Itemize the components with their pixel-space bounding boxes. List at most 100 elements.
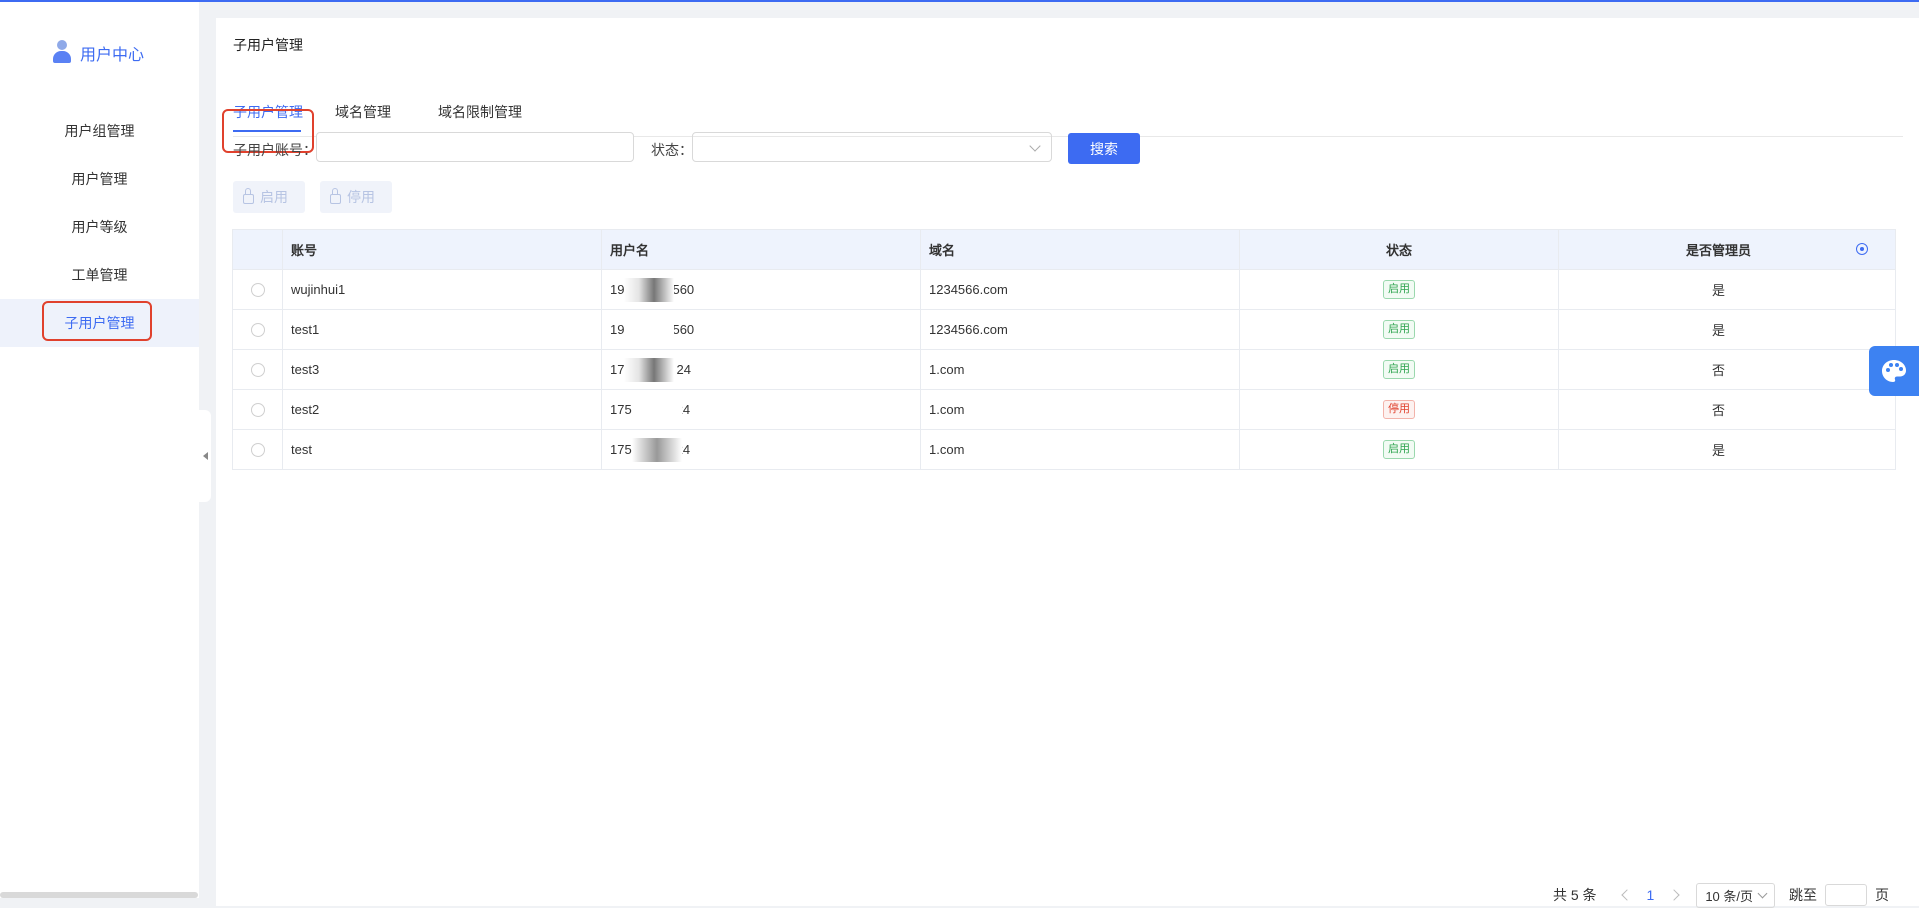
cell-is-admin: 否 (1711, 363, 1725, 378)
row-select[interactable] (233, 390, 283, 429)
enable-button[interactable]: 启用 (233, 181, 305, 213)
chevron-left-icon[interactable] (1620, 889, 1633, 901)
sidebar-item-user-levels[interactable]: 用户等级 (0, 203, 199, 251)
sidebar-item-tickets[interactable]: 工单管理 (0, 251, 199, 299)
page-size-value: 10 条/页 (1705, 888, 1753, 904)
sidebar-item-users[interactable]: 用户管理 (0, 155, 199, 203)
cell-username: 175 24 (602, 430, 921, 469)
cell-is-admin: 否 (1711, 403, 1725, 418)
cell-domain: 1.com (921, 390, 1240, 429)
account-filter-label: 子用户账号： (233, 142, 317, 158)
radio-button[interactable] (250, 322, 265, 337)
status-badge: 启用 (1383, 320, 1415, 339)
username-prefix: 19 (610, 282, 625, 297)
status-badge: 启用 (1383, 360, 1415, 379)
username-prefix: 17 (610, 362, 625, 377)
cell-domain: 1.com (921, 350, 1240, 389)
cell-username: 19 560 (602, 310, 921, 349)
row-select[interactable] (233, 310, 283, 349)
enable-button-label: 启用 (260, 189, 288, 205)
radio-button[interactable] (250, 282, 265, 297)
tab-domain-limits[interactable]: 域名限制管理 (438, 102, 522, 122)
status-badge: 启用 (1383, 440, 1415, 459)
sidebar-item-label: 用户等级 (71, 219, 128, 235)
cell-status: 启用 (1240, 270, 1559, 309)
settings-icon[interactable] (1856, 243, 1868, 255)
cell-is-admin: 是 (1711, 283, 1725, 298)
chevron-left-icon (202, 452, 208, 460)
cell-is-admin: 是 (1711, 323, 1725, 338)
status-filter-label: 状态： (651, 142, 693, 158)
page-title: 子用户管理 (233, 37, 303, 53)
tab-bar: 子用户管理 域名管理 域名限制管理 (222, 80, 1903, 153)
tab-domains[interactable]: 域名管理 (335, 102, 391, 122)
radio-button[interactable] (250, 442, 265, 457)
search-button[interactable]: 搜索 (1068, 133, 1140, 164)
header-account: 账号 (283, 230, 602, 269)
jump-page-input[interactable] (1825, 884, 1867, 906)
redaction-mask (624, 358, 674, 382)
radio-button[interactable] (250, 362, 265, 377)
cell-status: 启用 (1240, 430, 1559, 469)
sub-user-account-input[interactable] (316, 132, 634, 162)
cell-username: 19 560 (602, 270, 921, 309)
palette-icon (1882, 360, 1906, 382)
status-badge: 启用 (1383, 280, 1415, 299)
page-suffix-label: 页 (1875, 887, 1889, 903)
username-prefix: 175 (610, 402, 632, 417)
header-status: 状态 (1240, 230, 1559, 269)
sidebar: 用户中心 用户组管理 用户管理 用户等级 工单管理 子用户管理 (0, 2, 199, 898)
redaction-mask (624, 278, 674, 302)
cell-account: test1 (283, 310, 602, 349)
status-select[interactable] (692, 132, 1052, 162)
jump-label: 跳至 (1789, 887, 1817, 903)
table-header-row: 账号 用户名 域名 状态 是否管理员 (233, 230, 1895, 270)
chevron-right-icon[interactable] (1668, 889, 1680, 901)
cell-domain: 1234566.com (921, 270, 1240, 309)
disable-button[interactable]: 停用 (320, 181, 392, 213)
redaction-mask (632, 438, 682, 462)
cell-username: 175 24 (602, 390, 921, 429)
table-row[interactable]: wujinhui1 19 560 1234566.com 启用 是 (233, 270, 1895, 310)
cell-account: wujinhui1 (283, 270, 602, 309)
table-row[interactable]: test1 19 560 1234566.com 启用 是 (233, 310, 1895, 350)
radio-button[interactable] (250, 402, 265, 417)
theme-settings-button[interactable] (1869, 346, 1919, 396)
chevron-down-icon (1757, 888, 1768, 899)
cell-status: 启用 (1240, 350, 1559, 389)
header-is-admin-label: 是否管理员 (1685, 243, 1751, 258)
pagination-page-1[interactable]: 1 (1647, 887, 1655, 903)
pagination: 共 5 条 1 10 条/页 跳至 页 (1553, 882, 1889, 908)
sidebar-brand[interactable]: 用户中心 (53, 38, 144, 68)
row-select[interactable] (233, 350, 283, 389)
username-prefix: 175 (610, 442, 632, 457)
chevron-down-icon (1029, 140, 1041, 152)
sidebar-menu: 用户组管理 用户管理 用户等级 工单管理 子用户管理 (0, 107, 199, 347)
sidebar-item-label: 用户组管理 (64, 123, 135, 139)
sidebar-item-sub-users[interactable]: 子用户管理 (0, 299, 199, 347)
tab-label: 域名管理 (335, 104, 391, 120)
sidebar-item-label: 工单管理 (71, 267, 128, 283)
brand-title: 用户中心 (80, 47, 145, 64)
tab-active-indicator (233, 130, 301, 132)
row-select[interactable] (233, 430, 283, 469)
lock-icon (330, 188, 341, 204)
sidebar-scrollbar[interactable] (0, 892, 198, 898)
row-select[interactable] (233, 270, 283, 309)
top-accent-line (0, 0, 1919, 2)
page-size-select[interactable]: 10 条/页 (1696, 882, 1775, 908)
table-row[interactable]: test 175 24 1.com 启用 是 (233, 430, 1895, 469)
tab-sub-users[interactable]: 子用户管理 (222, 102, 314, 153)
highlight-box (42, 301, 152, 341)
table-row[interactable]: test3 17 24 1.com 启用 否 (233, 350, 1895, 390)
sidebar-item-user-groups[interactable]: 用户组管理 (0, 107, 199, 155)
main-content: 子用户管理 子用户管理 域名管理 域名限制管理 子用户账号： 状态： 搜索 启用… (216, 18, 1919, 908)
sidebar-item-label: 用户管理 (71, 171, 128, 187)
redaction-mask (624, 318, 674, 342)
tab-label: 域名限制管理 (438, 104, 522, 120)
username-prefix: 19 (610, 322, 625, 337)
sub-user-table: 账号 用户名 域名 状态 是否管理员 wujinhui1 19 560 12345… (232, 229, 1896, 470)
header-username: 用户名 (602, 230, 921, 269)
table-row[interactable]: test2 175 24 1.com 停用 否 (233, 390, 1895, 430)
sidebar-collapse-button[interactable] (199, 410, 211, 502)
